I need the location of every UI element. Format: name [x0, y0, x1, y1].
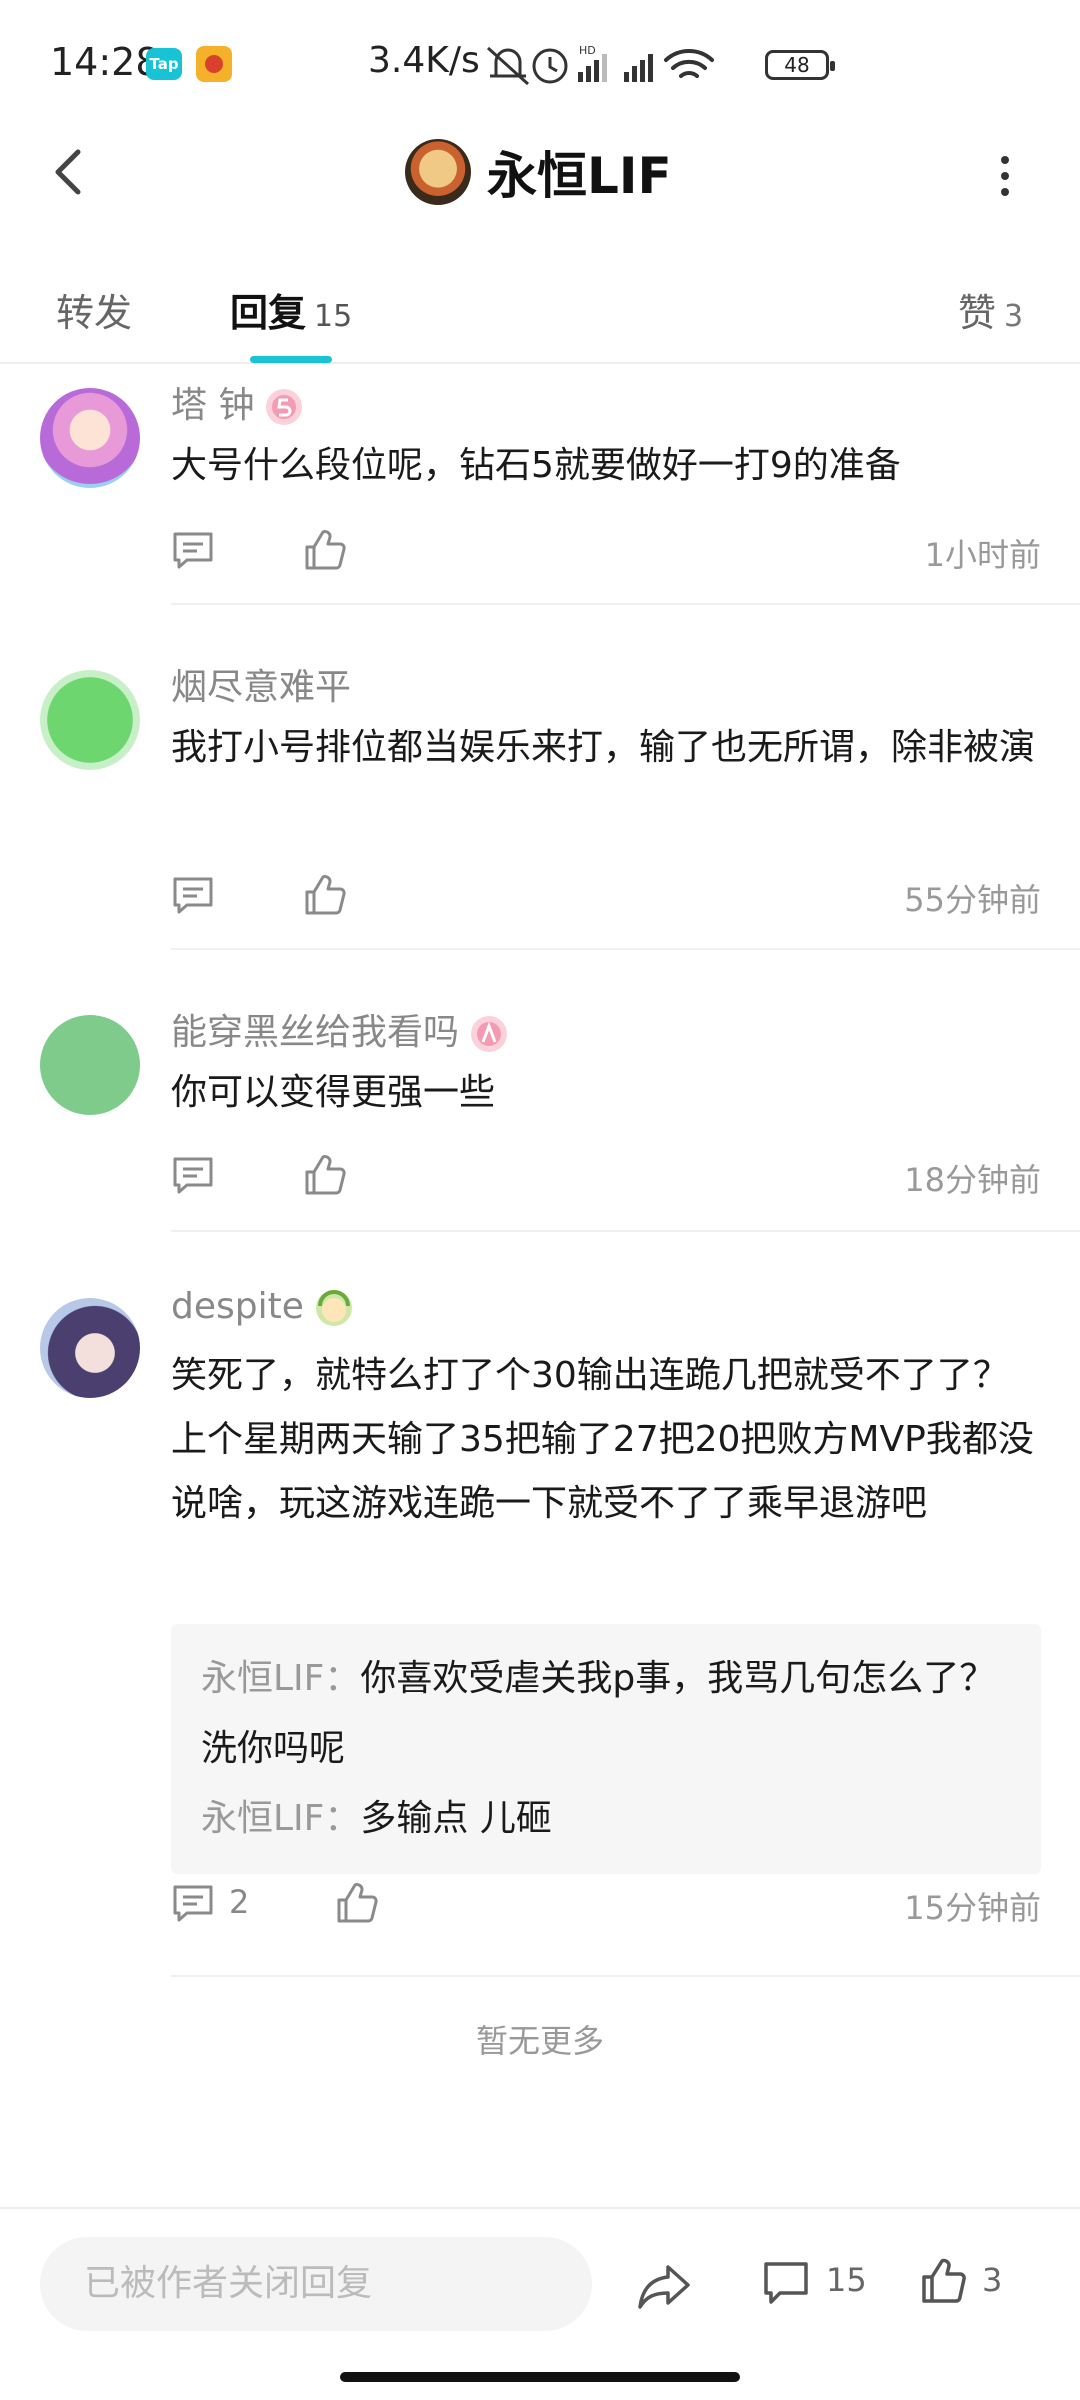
thumbs-up-icon[interactable]: [303, 528, 347, 572]
page-title: 永恒LIF: [487, 147, 672, 205]
comment-time: 15分钟前: [904, 1889, 1041, 1927]
no-more-text: 暂无更多: [475, 2022, 604, 2060]
comment-icon[interactable]: [171, 530, 215, 570]
comment-author-name: despite: [171, 1286, 304, 1327]
avatar[interactable]: [40, 670, 140, 770]
thumbs-up-icon[interactable]: [303, 873, 347, 917]
tab-like-count: 3: [1004, 299, 1024, 334]
comment-actions: 18分钟前: [171, 1145, 1041, 1205]
taptap-app-icon: Tap: [146, 48, 182, 80]
bottom-like-count: 3: [982, 2261, 1003, 2299]
comment-author[interactable]: 烟尽意难平: [171, 658, 351, 710]
avatar[interactable]: [40, 388, 140, 488]
active-tab-indicator: [250, 356, 332, 363]
more-options-icon[interactable]: [985, 148, 1025, 204]
comment-actions: 1小时前: [171, 520, 1041, 580]
divider: [171, 1230, 1080, 1232]
wifi-icon: [664, 49, 714, 78]
thumbs-up-icon[interactable]: [920, 2257, 968, 2305]
top-app-bar: 永恒LIF: [0, 120, 1080, 230]
tab-reply[interactable]: 回复 15: [230, 282, 352, 337]
home-indicator[interactable]: [340, 2372, 740, 2382]
comment-text: 大号什么段位呢，钻石5就要做好一打9的准备: [171, 445, 901, 486]
battery-icon: 48: [765, 50, 835, 80]
comment-author[interactable]: 塔 钟: [171, 376, 304, 428]
avatar[interactable]: [40, 1015, 140, 1115]
back-arrow-icon[interactable]: [40, 142, 100, 202]
sub-reply-user[interactable]: 永恒LIF: [201, 1798, 324, 1839]
avatar[interactable]: [40, 1298, 140, 1398]
tab-reply-count: 15: [314, 299, 353, 334]
sub-replies[interactable]: 永恒LIF：你喜欢受虐关我p事，我骂几句怎么了？洗你吗呢 永恒LIF：多输点 儿…: [171, 1624, 1041, 1874]
level-badge-icon: [266, 389, 303, 425]
signal-icon-2: [624, 54, 653, 82]
comment-text: 你可以变得更强一些: [171, 1072, 496, 1113]
tab-like-label: 赞: [958, 291, 997, 335]
comment-author[interactable]: despite: [171, 1286, 354, 1328]
game-app-icon: [196, 46, 232, 82]
sub-reply: 永恒LIF：你喜欢受虐关我p事，我骂几句怎么了？洗你吗呢: [201, 1644, 1011, 1784]
comment-time: 55分钟前: [904, 881, 1041, 919]
comment-icon[interactable]: [171, 1883, 215, 1923]
comment-time: 18分钟前: [904, 1161, 1041, 1199]
comment-author-name: 烟尽意难平: [171, 667, 352, 708]
status-time: 14:28: [50, 40, 160, 84]
sub-reply: 永恒LIF：多输点 儿砸: [201, 1784, 1011, 1854]
sub-reply-text: 多输点 儿砸: [360, 1798, 552, 1839]
bottom-action-bar: 已被作者关闭回复 15 3: [0, 2207, 1080, 2357]
divider: [171, 603, 1080, 605]
comment-actions: 2 15分钟前: [171, 1873, 1041, 1933]
tab-forward[interactable]: 转发: [56, 282, 132, 337]
divider: [171, 1975, 1080, 1977]
status-bar: 14:28 Tap 3.4K/s HD 48: [0, 0, 1080, 120]
comment-actions: 55分钟前: [171, 865, 1041, 925]
svg-text:HD: HD: [579, 44, 596, 57]
thumbs-up-icon[interactable]: [335, 1881, 379, 1925]
signal-icon: HD: [578, 44, 607, 82]
divider: [171, 948, 1080, 950]
comment-time: 1小时前: [924, 536, 1041, 574]
bell-off-icon: [486, 46, 530, 86]
alarm-icon: [532, 48, 568, 84]
comment-text: 我打小号排位都当娱乐来打，输了也无所谓，除非被演: [171, 727, 1036, 768]
level-badge-icon: [315, 1290, 352, 1326]
author-avatar[interactable]: [405, 139, 471, 205]
tab-bar: 转发 回复 15 赞3: [0, 260, 1080, 364]
tab-forward-label: 转发: [56, 291, 133, 335]
comment-icon[interactable]: [171, 1155, 215, 1195]
comment-author[interactable]: 能穿黑丝给我看吗: [171, 1003, 509, 1055]
comment-text: 笑死了，就特么打了个30输出连跪几把就受不了了？上个星期两天输了35把输了27把…: [171, 1355, 1034, 1524]
reply-input-disabled[interactable]: 已被作者关闭回复: [40, 2237, 592, 2331]
comment-author-name: 塔 钟: [171, 385, 255, 426]
comment-icon[interactable]: [762, 2259, 810, 2307]
sub-reply-separator: ：: [324, 1658, 361, 1699]
comment-author-name: 能穿黑丝给我看吗: [171, 1012, 460, 1053]
bottom-comment-count: 15: [826, 2261, 867, 2299]
sub-reply-user[interactable]: 永恒LIF: [201, 1658, 324, 1699]
tab-like[interactable]: 赞3: [958, 282, 1023, 337]
thumbs-up-icon[interactable]: [303, 1153, 347, 1197]
level-badge-icon: [471, 1016, 508, 1052]
network-speed: 3.4K/s: [368, 40, 480, 81]
sub-reply-separator: ：: [324, 1798, 361, 1839]
post-author[interactable]: 永恒LIF: [405, 137, 672, 207]
comment-reply-count: 2: [229, 1883, 250, 1921]
share-icon[interactable]: [636, 2261, 692, 2311]
tab-reply-label: 回复: [230, 291, 307, 335]
comment-icon[interactable]: [171, 875, 215, 915]
